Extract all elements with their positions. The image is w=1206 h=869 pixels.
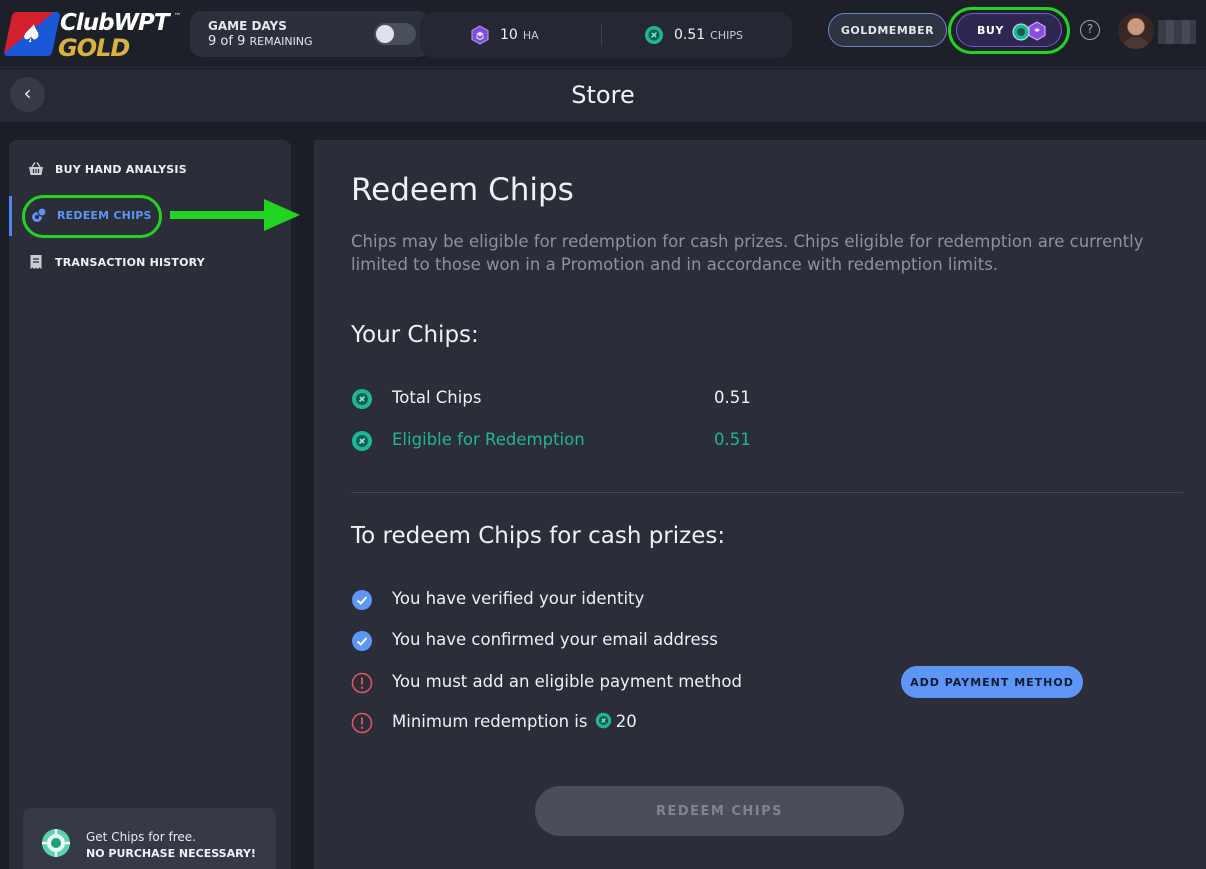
free-chips-promo[interactable]: Get Chips for free. NO PURCHASE NECESSAR… xyxy=(23,808,276,869)
logo-trademark: ™ xyxy=(174,12,181,20)
basket-icon xyxy=(29,162,43,175)
redeem-requirements-heading: To redeem Chips for cash prizes: xyxy=(351,523,726,549)
ha-value: 10 xyxy=(500,27,518,43)
free-chip-icon xyxy=(42,829,70,857)
sidebar-item-transaction-history[interactable]: TRANSACTION HISTORY xyxy=(9,243,291,283)
game-days-count: 9 of 9 REMAINING xyxy=(208,34,313,49)
redeem-chips-panel: Redeem Chips Chips may be eligible for r… xyxy=(314,140,1206,869)
clubwpt-gold-logo[interactable]: ♠ ClubWPT ™ GOLD xyxy=(3,10,188,62)
blurred-username xyxy=(1158,20,1196,44)
goldmember-button[interactable]: GOLDMEMBER xyxy=(828,13,947,47)
spade-logo-icon: ♠ xyxy=(3,12,61,56)
add-payment-method-button[interactable]: ADD PAYMENT METHOD xyxy=(901,666,1083,698)
requirement-item: You have verified your identity xyxy=(351,588,1151,612)
store-sidebar: BUY HAND ANALYSIS REDEEM CHIPS TRANSACTI… xyxy=(9,140,291,869)
requirement-item: Minimum redemption is 20 xyxy=(351,711,1151,735)
chip-icon xyxy=(595,712,611,729)
requirement-text: You must add an eligible payment method xyxy=(392,672,742,691)
logo-text-top: ClubWPT xyxy=(60,10,170,36)
sidebar-item-label: TRANSACTION HISTORY xyxy=(55,256,205,269)
receipt-icon xyxy=(30,255,42,269)
alert-circle-icon xyxy=(351,672,373,694)
balance-panel: 10 HA 0.51 CHIPS xyxy=(420,12,792,58)
requirement-text: Minimum redemption is 20 xyxy=(392,712,637,731)
game-days-value: 9 of 9 xyxy=(208,34,246,49)
help-icon[interactable]: ? xyxy=(1080,20,1100,40)
ha-unit: HA xyxy=(522,28,539,42)
sidebar-item-buy-hand-analysis[interactable]: BUY HAND ANALYSIS xyxy=(9,150,291,190)
game-days-suffix: REMAINING xyxy=(249,35,313,48)
section-divider xyxy=(351,492,1183,493)
promo-disclaimer: NO PURCHASE NECESSARY! xyxy=(86,847,256,860)
annotation-arrow-icon xyxy=(170,199,300,231)
page-title: Store xyxy=(571,81,635,109)
user-avatar[interactable] xyxy=(1118,13,1154,49)
promo-text: Get Chips for free. xyxy=(86,830,196,844)
total-chips-row: Total Chips 0.51 xyxy=(351,386,771,410)
requirement-text: You have verified your identity xyxy=(392,589,645,608)
game-days-toggle[interactable] xyxy=(374,23,416,45)
game-days-panel: GAME DAYS 9 of 9 REMAINING xyxy=(190,11,430,57)
toggle-knob xyxy=(376,25,394,43)
chips-balance[interactable]: 0.51 CHIPS xyxy=(644,25,743,45)
buy-currency-icon xyxy=(1012,21,1046,41)
top-bar: ♠ ClubWPT ™ GOLD GAME DAYS 9 of 9 REMAIN… xyxy=(0,0,1206,68)
buy-button[interactable]: BUY xyxy=(956,13,1062,47)
balance-divider xyxy=(601,24,602,46)
your-chips-heading: Your Chips: xyxy=(351,322,479,348)
check-circle-icon xyxy=(352,631,372,651)
title-bar: ‹ Store xyxy=(0,69,1206,122)
eligible-label: Eligible for Redemption xyxy=(392,430,585,449)
total-chips-label: Total Chips xyxy=(392,388,482,407)
game-days-label: GAME DAYS xyxy=(208,19,287,33)
chips-value: 0.51 xyxy=(674,27,706,43)
eligible-value: 0.51 xyxy=(714,430,751,449)
sidebar-item-label: BUY HAND ANALYSIS xyxy=(55,163,187,176)
redeem-highlight-ring xyxy=(22,195,162,238)
avatar-body xyxy=(1124,37,1148,49)
requirement-item: You have confirmed your email address xyxy=(351,629,1151,653)
logo-text-bottom: GOLD xyxy=(58,34,130,62)
section-heading: Redeem Chips xyxy=(351,172,574,208)
alert-circle-icon xyxy=(351,712,373,734)
chips-unit: CHIPS xyxy=(710,28,743,42)
chip-icon xyxy=(352,431,372,451)
check-circle-icon xyxy=(352,590,372,610)
chip-icon xyxy=(645,26,663,44)
hand-analysis-icon xyxy=(471,25,489,45)
redeem-description: Chips may be eligible for redemption for… xyxy=(351,232,1144,274)
min-redemption-amount: 20 xyxy=(615,712,637,731)
total-chips-value: 0.51 xyxy=(714,388,751,407)
requirement-text: You have confirmed your email address xyxy=(392,630,718,649)
min-redemption-label: Minimum redemption is xyxy=(392,712,588,731)
redeem-chips-button[interactable]: REDEEM CHIPS xyxy=(535,786,904,836)
chip-icon xyxy=(352,389,372,409)
buy-label: BUY xyxy=(977,24,1004,37)
ha-balance[interactable]: 10 HA xyxy=(470,25,539,45)
eligible-chips-row: Eligible for Redemption 0.51 xyxy=(351,428,771,452)
